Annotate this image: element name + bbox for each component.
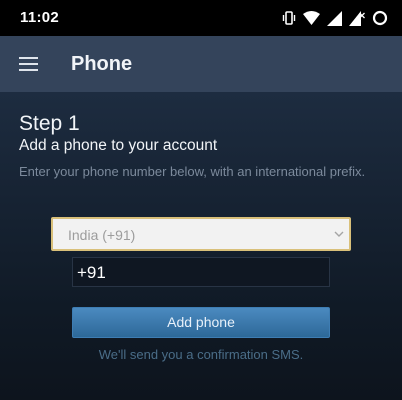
sms-note: We'll send you a confirmation SMS.: [98, 347, 304, 362]
country-select[interactable]: India (+91): [51, 217, 351, 251]
hamburger-menu-icon[interactable]: [12, 48, 44, 80]
step-subtitle: Add a phone to your account: [19, 137, 218, 154]
country-select-value: India (+91): [68, 227, 136, 243]
vibrate-icon: [282, 11, 296, 25]
wifi-icon: [303, 11, 320, 25]
status-time: 11:02: [20, 9, 60, 26]
add-phone-button[interactable]: Add phone: [72, 307, 330, 338]
phone-number-input[interactable]: [72, 257, 330, 287]
signal-no-data-icon: [349, 10, 365, 26]
app-bar: Phone: [0, 36, 402, 92]
signal-icon: [327, 10, 342, 26]
main-content: Step 1 Add a phone to your account Enter…: [0, 92, 402, 400]
battery-charging-icon: [372, 10, 388, 26]
step-title: Step 1: [19, 112, 80, 135]
status-icons: [282, 8, 388, 28]
page-title: Phone: [71, 53, 133, 75]
status-bar: 11:02: [0, 0, 402, 36]
help-text: Enter your phone number below, with an i…: [19, 164, 366, 179]
chevron-down-icon: [334, 231, 344, 237]
